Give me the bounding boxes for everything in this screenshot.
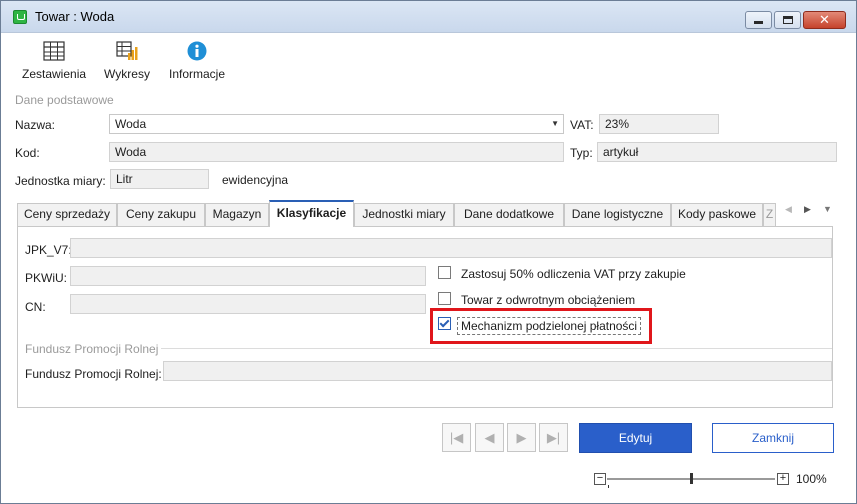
toolbar-informacje-button[interactable]: Informacje <box>167 41 227 81</box>
tab-scroll-left-icon[interactable]: ◀ <box>785 204 792 215</box>
checkmark-icon <box>439 317 450 328</box>
maximize-icon <box>783 16 793 24</box>
chevron-down-icon[interactable]: ▼ <box>551 115 559 133</box>
edit-button[interactable]: Edytuj <box>579 423 692 453</box>
info-icon <box>187 41 207 61</box>
name-label: Nazwa: <box>15 118 56 132</box>
tab-ceny-sprzedazy[interactable]: Ceny sprzedaży <box>17 203 117 226</box>
tab-dane-logistyczne[interactable]: Dane logistyczne <box>564 203 671 226</box>
toolbar-label: Informacje <box>168 67 226 81</box>
close-icon: ✕ <box>819 12 830 27</box>
pkwiu-label: PKWiU: <box>25 271 67 285</box>
zoom-out-button[interactable]: − <box>594 473 606 485</box>
window-title: Towar : Woda <box>35 9 115 24</box>
section-fund: Fundusz Promocji Rolnej <box>25 342 159 356</box>
vat-50-checkbox[interactable] <box>438 266 451 279</box>
toolbar-wykresy-button[interactable]: Wykresy <box>103 41 151 81</box>
tab-scroll-right-icon[interactable]: ▶ <box>804 204 811 215</box>
prev-icon: ◀ <box>484 430 495 445</box>
chart-icon <box>116 41 138 60</box>
vat-50-label[interactable]: Zastosuj 50% odliczenia VAT przy zakupie <box>461 267 686 281</box>
close-window-button[interactable]: ✕ <box>803 11 846 29</box>
tab-kody-paskowe[interactable]: Kody paskowe <box>671 203 763 226</box>
type-field[interactable]: artykuł <box>597 142 837 162</box>
split-payment-checkbox[interactable] <box>438 317 451 330</box>
zoom-slider-thumb[interactable] <box>690 473 693 484</box>
toolbar-label: Wykresy <box>104 67 150 81</box>
tab-strip: Ceny sprzedaży Ceny zakupu Magazyn Klasy… <box>17 200 833 227</box>
zoom-tick <box>608 485 609 488</box>
product-window: Towar : Woda ✕ Zestawienia Wykresy Infor… <box>0 0 857 504</box>
toolbar-zestawienia-button[interactable]: Zestawienia <box>22 41 86 81</box>
split-payment-label[interactable]: Mechanizm podzielonej płatności <box>457 317 642 335</box>
code-label: Kod: <box>15 146 40 160</box>
jpk-field[interactable] <box>70 238 832 258</box>
name-combobox[interactable]: Woda ▼ <box>109 114 564 134</box>
jpk-label: JPK_V7: <box>25 243 72 257</box>
zoom-in-button[interactable]: + <box>777 473 789 485</box>
section-basic-data: Dane podstawowe <box>15 93 114 107</box>
table-icon <box>43 41 65 61</box>
next-icon: ▶ <box>516 430 527 445</box>
pkwiu-field[interactable] <box>70 266 426 286</box>
reverse-charge-label[interactable]: Towar z odwrotnym obciążeniem <box>461 293 635 307</box>
vat-label: VAT: <box>570 118 594 132</box>
last-record-button[interactable]: ▶| <box>539 423 568 452</box>
unit-note: ewidencyjna <box>222 173 289 187</box>
unit-label: Jednostka miary: <box>15 174 106 188</box>
prev-record-button[interactable]: ◀ <box>475 423 504 452</box>
type-label: Typ: <box>570 146 593 160</box>
fund-field[interactable] <box>163 361 832 381</box>
basket-icon <box>13 10 27 24</box>
toolbar-label: Zestawienia <box>22 67 87 81</box>
first-icon: |◀ <box>449 430 464 445</box>
vat-field[interactable]: 23% <box>599 114 719 134</box>
unit-field[interactable]: Litr <box>110 169 209 189</box>
name-value: Woda <box>115 117 147 131</box>
cn-label: CN: <box>25 300 46 314</box>
tab-magazyn[interactable]: Magazyn <box>205 203 269 226</box>
next-record-button[interactable]: ▶ <box>507 423 536 452</box>
fund-label: Fundusz Promocji Rolnej: <box>25 367 162 381</box>
reverse-charge-checkbox[interactable] <box>438 292 451 305</box>
minimize-icon <box>754 21 763 24</box>
section-divider <box>161 348 832 349</box>
tab-jednostki-miary[interactable]: Jednostki miary <box>354 203 454 226</box>
title-bar[interactable]: Towar : Woda ✕ <box>1 1 856 33</box>
code-field[interactable]: Woda <box>109 142 564 162</box>
tab-ceny-zakupu[interactable]: Ceny zakupu <box>117 203 205 226</box>
minimize-button[interactable] <box>745 11 772 29</box>
last-icon: ▶| <box>546 430 561 445</box>
tab-list-chevron-down-icon[interactable]: ▼ <box>823 204 832 214</box>
cn-field[interactable] <box>70 294 426 314</box>
tab-overflow[interactable]: Z <box>763 203 776 226</box>
tab-klasyfikacje[interactable]: Klasyfikacje <box>269 200 354 227</box>
tab-dane-dodatkowe[interactable]: Dane dodatkowe <box>454 203 564 226</box>
first-record-button[interactable]: |◀ <box>442 423 471 452</box>
maximize-button[interactable] <box>774 11 801 29</box>
close-button[interactable]: Zamknij <box>712 423 834 453</box>
zoom-level-label: 100% <box>796 472 827 486</box>
